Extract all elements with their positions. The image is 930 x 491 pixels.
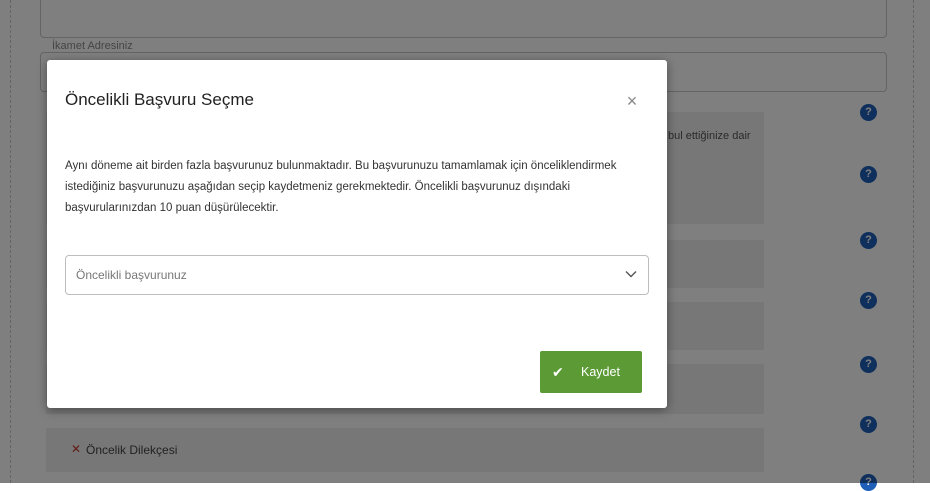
modal-title: Öncelikli Başvuru Seçme bbox=[65, 90, 254, 109]
priority-selection-modal: Öncelikli Başvuru Seçme × Aynı döneme ai… bbox=[47, 60, 667, 408]
modal-message: Aynı döneme ait birden fazla başvurunuz … bbox=[65, 160, 617, 214]
close-icon[interactable]: × bbox=[621, 90, 643, 112]
priority-application-select[interactable]: Öncelikli başvurunuz bbox=[65, 255, 649, 295]
select-placeholder: Öncelikli başvurunuz bbox=[76, 268, 187, 282]
save-button[interactable]: ✔ Kaydet bbox=[540, 351, 642, 393]
chevron-down-icon bbox=[625, 271, 637, 278]
save-button-label: Kaydet bbox=[581, 365, 620, 379]
check-icon: ✔ bbox=[552, 364, 564, 380]
